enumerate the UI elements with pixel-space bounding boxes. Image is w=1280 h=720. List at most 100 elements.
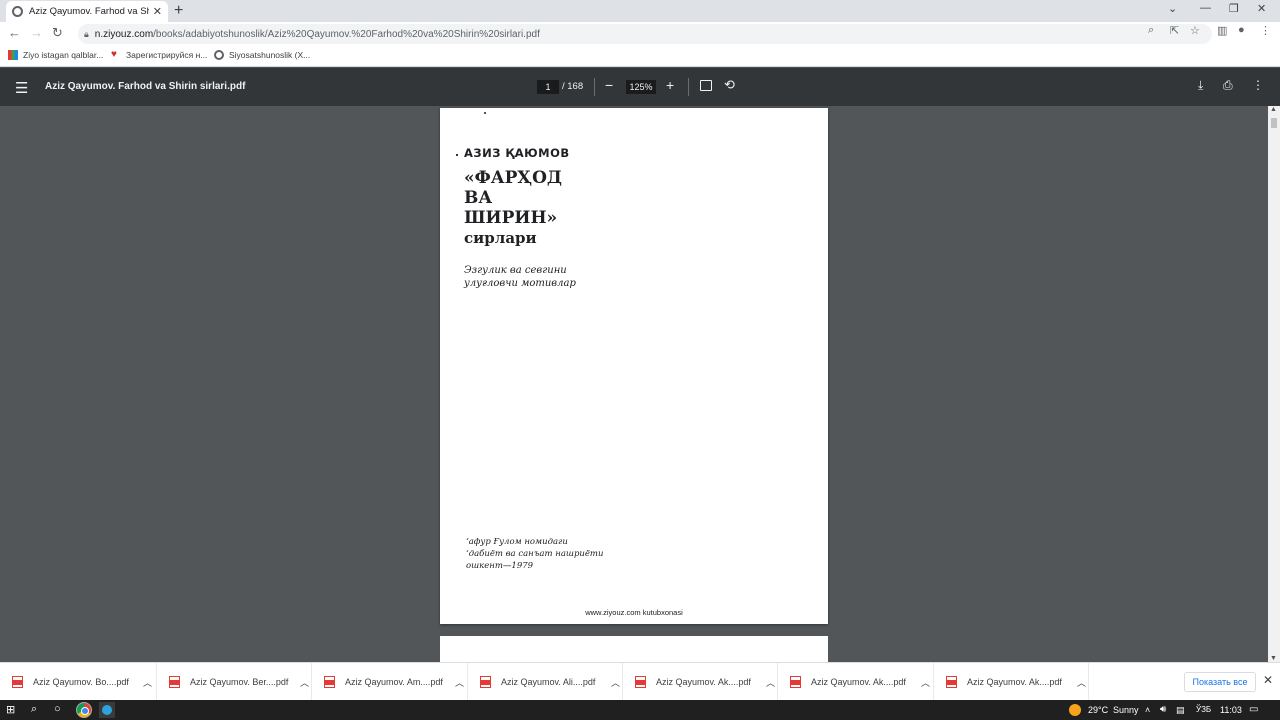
bookmark-star-icon[interactable]: ☆ [1190, 24, 1200, 37]
chevron-up-icon[interactable]: ︿ [455, 676, 464, 689]
telegram-icon[interactable] [99, 702, 115, 718]
print-icon[interactable]: ⎙ [1223, 78, 1233, 93]
download-name: Aziz Qayumov. Ber....pdf [190, 677, 289, 687]
weather-status[interactable]: Sunny [1113, 705, 1139, 715]
page-number-input[interactable]: 1 [537, 80, 559, 94]
bookmark-label: Ziyo istagan qalblar... [23, 50, 104, 60]
close-window-button[interactable]: ✕ [1257, 2, 1266, 15]
download-item[interactable]: Aziz Qayumov. Ak....pdf ︿ [934, 663, 1089, 701]
language-indicator[interactable]: ЎЗБ [1196, 705, 1211, 714]
show-all-downloads-button[interactable]: Показать все [1184, 672, 1256, 692]
taskbar: ⊞ ⌕ ○ 29°C Sunny ˄ 🔊︎ ▤ ЎЗБ 11:03 ▭ [0, 700, 1280, 720]
download-item[interactable]: Aziz Qayumov. Ber....pdf ︿ [157, 663, 312, 701]
reload-icon[interactable]: ↻ [52, 25, 63, 41]
pdf-file-icon [169, 676, 180, 688]
profile-avatar[interactable]: ● [1238, 24, 1245, 36]
pdf-title: Aziz Qayumov. Farhod va Shirin sirlari.p… [45, 81, 246, 92]
windows-start-icon[interactable]: ⊞ [6, 703, 15, 716]
network-icon[interactable]: ▤ [1176, 705, 1185, 716]
temperature[interactable]: 29°C [1088, 705, 1108, 715]
download-name: Aziz Qayumov. Am....pdf [345, 677, 443, 687]
download-name: Aziz Qayumov. Ak....pdf [967, 677, 1062, 687]
publisher-imprint: ‘афур Ғулом номидаги ‘дабиёт ва санъат н… [466, 536, 603, 572]
page-footer: www.ziyouz.com kutubxonasi [585, 608, 683, 617]
notifications-icon[interactable]: ▭ [1249, 704, 1258, 715]
minimize-button[interactable]: — [1200, 2, 1211, 14]
chevron-up-icon[interactable]: ︿ [143, 676, 152, 689]
subtitle-line: улуғловчи мотивлар [464, 278, 576, 289]
browser-menu-icon[interactable]: ⋮ [1260, 24, 1271, 37]
search-icon[interactable]: ⌕ [31, 703, 37, 716]
menu-icon[interactable]: ☰ [15, 79, 28, 97]
page-total: / 168 [562, 81, 584, 92]
title-line: ШИРИН» [464, 208, 558, 228]
downloads-bar: Aziz Qayumov. Bo....pdf ︿ Aziz Qayumov. B… [0, 662, 1280, 701]
task-view-icon[interactable]: ○ [54, 703, 61, 715]
chevron-up-icon[interactable]: ︿ [300, 676, 309, 689]
scroll-down-icon[interactable]: ▼ [1270, 655, 1277, 662]
bookmark-item[interactable]: Siyosatshunoslik (X... [214, 50, 310, 60]
scrollbar-thumb[interactable] [1271, 118, 1277, 128]
download-item[interactable]: Aziz Qayumov. Am....pdf ︿ [312, 663, 468, 701]
pdf-toolbar: ☰ Aziz Qayumov. Farhod va Shirin sirlari… [0, 68, 1280, 106]
chevron-up-icon[interactable]: ︿ [766, 676, 775, 689]
pdf-file-icon [946, 676, 957, 688]
download-name: Aziz Qayumov. Ak....pdf [811, 677, 906, 687]
bookmark-item[interactable]: Ziyo istagan qalblar... [8, 50, 103, 60]
chevron-up-icon[interactable]: ︿ [1077, 676, 1086, 689]
pdf-file-icon [12, 676, 23, 688]
globe-icon [214, 50, 224, 60]
pdf-file-icon [790, 676, 801, 688]
tab-strip: Aziz Qayumov. Farhod va Shirin ✕ + ⌄ — ❐… [0, 0, 1280, 22]
imprint-line: ошкент—1979 [466, 561, 534, 571]
forward-arrow-icon[interactable]: → [30, 25, 43, 40]
fit-page-icon[interactable] [700, 80, 712, 91]
sun-icon[interactable] [1069, 704, 1081, 716]
address-bar[interactable]: 🔒︎ n.ziyouz.com/books/adabiyotshunoslik/… [78, 24, 1212, 44]
browser-tab[interactable]: Aziz Qayumov. Farhod va Shirin ✕ [6, 1, 168, 22]
chevron-up-icon[interactable]: ︿ [611, 676, 620, 689]
download-item[interactable]: Aziz Qayumov. Bo....pdf ︿ [0, 663, 157, 701]
zoom-in-button[interactable]: + [666, 77, 674, 93]
title-line: сирлари [464, 229, 537, 247]
scroll-up-icon[interactable]: ▲ [1270, 106, 1277, 113]
book-author: АЗИЗ ҚАЮМОВ [464, 146, 570, 160]
download-icon[interactable]: ⤓ [1198, 78, 1203, 93]
tab-search-icon[interactable]: ⌄ [1168, 2, 1177, 15]
pdf-page-next [440, 636, 828, 662]
bookmarks-bar: Ziyo istagan qalblar... ♥ Зарегистрируйс… [0, 46, 1280, 67]
side-panel-icon[interactable]: ▥ [1217, 24, 1227, 37]
more-options-icon[interactable]: ⋮ [1252, 78, 1264, 92]
subtitle-line: Эзгулик ва севгини [464, 265, 567, 276]
bookmark-item[interactable]: ♥ Зарегистрируйся н... [111, 50, 207, 61]
imprint-line: ‘дабиёт ва санъат нашриёти [466, 549, 604, 559]
close-downloads-icon[interactable]: ✕ [1263, 673, 1273, 687]
download-item[interactable]: Aziz Qayumov. Ak....pdf ︿ [778, 663, 934, 701]
download-item[interactable]: Aziz Qayumov. Ak....pdf ︿ [623, 663, 778, 701]
zoom-out-button[interactable]: − [605, 77, 613, 93]
tab-close-icon[interactable]: ✕ [153, 5, 162, 18]
restore-button[interactable]: ❐ [1229, 2, 1239, 15]
zoom-icon[interactable]: ⌕ [1148, 24, 1154, 37]
clock[interactable]: 11:03 [1220, 705, 1242, 715]
book-subtitle: Эзгулик ва севгини улуғловчи мотивлар [464, 264, 576, 290]
chrome-icon[interactable] [76, 702, 92, 718]
chevron-up-icon[interactable]: ︿ [921, 676, 930, 689]
download-name: Aziz Qayumov. Ak....pdf [656, 677, 751, 687]
vertical-scrollbar[interactable]: ▲ ▼ [1268, 106, 1280, 662]
lock-icon[interactable]: 🔒︎ [84, 29, 89, 40]
pdf-viewer[interactable]: АЗИЗ ҚАЮМОВ «ФАРҲОД ВА ШИРИН» сирлари Эз… [0, 106, 1280, 662]
download-item[interactable]: Aziz Qayumov. Ali....pdf ︿ [468, 663, 623, 701]
share-icon[interactable]: ⇱ [1170, 24, 1179, 37]
bookmark-favicon-icon [8, 50, 18, 60]
rotate-icon[interactable]: ⟲ [724, 77, 735, 93]
title-line: «ФАРҲОД [464, 168, 563, 188]
download-name: Aziz Qayumov. Bo....pdf [33, 677, 129, 687]
chevron-up-icon[interactable]: ˄ [1145, 705, 1150, 715]
new-tab-button[interactable]: + [174, 2, 183, 20]
bookmark-label: Siyosatshunoslik (X... [229, 50, 311, 60]
zoom-level-input[interactable]: 125% [626, 80, 656, 94]
scan-speck [484, 112, 486, 114]
back-arrow-icon[interactable]: ← [8, 25, 21, 40]
speaker-icon[interactable]: 🔊︎ [1160, 704, 1166, 715]
